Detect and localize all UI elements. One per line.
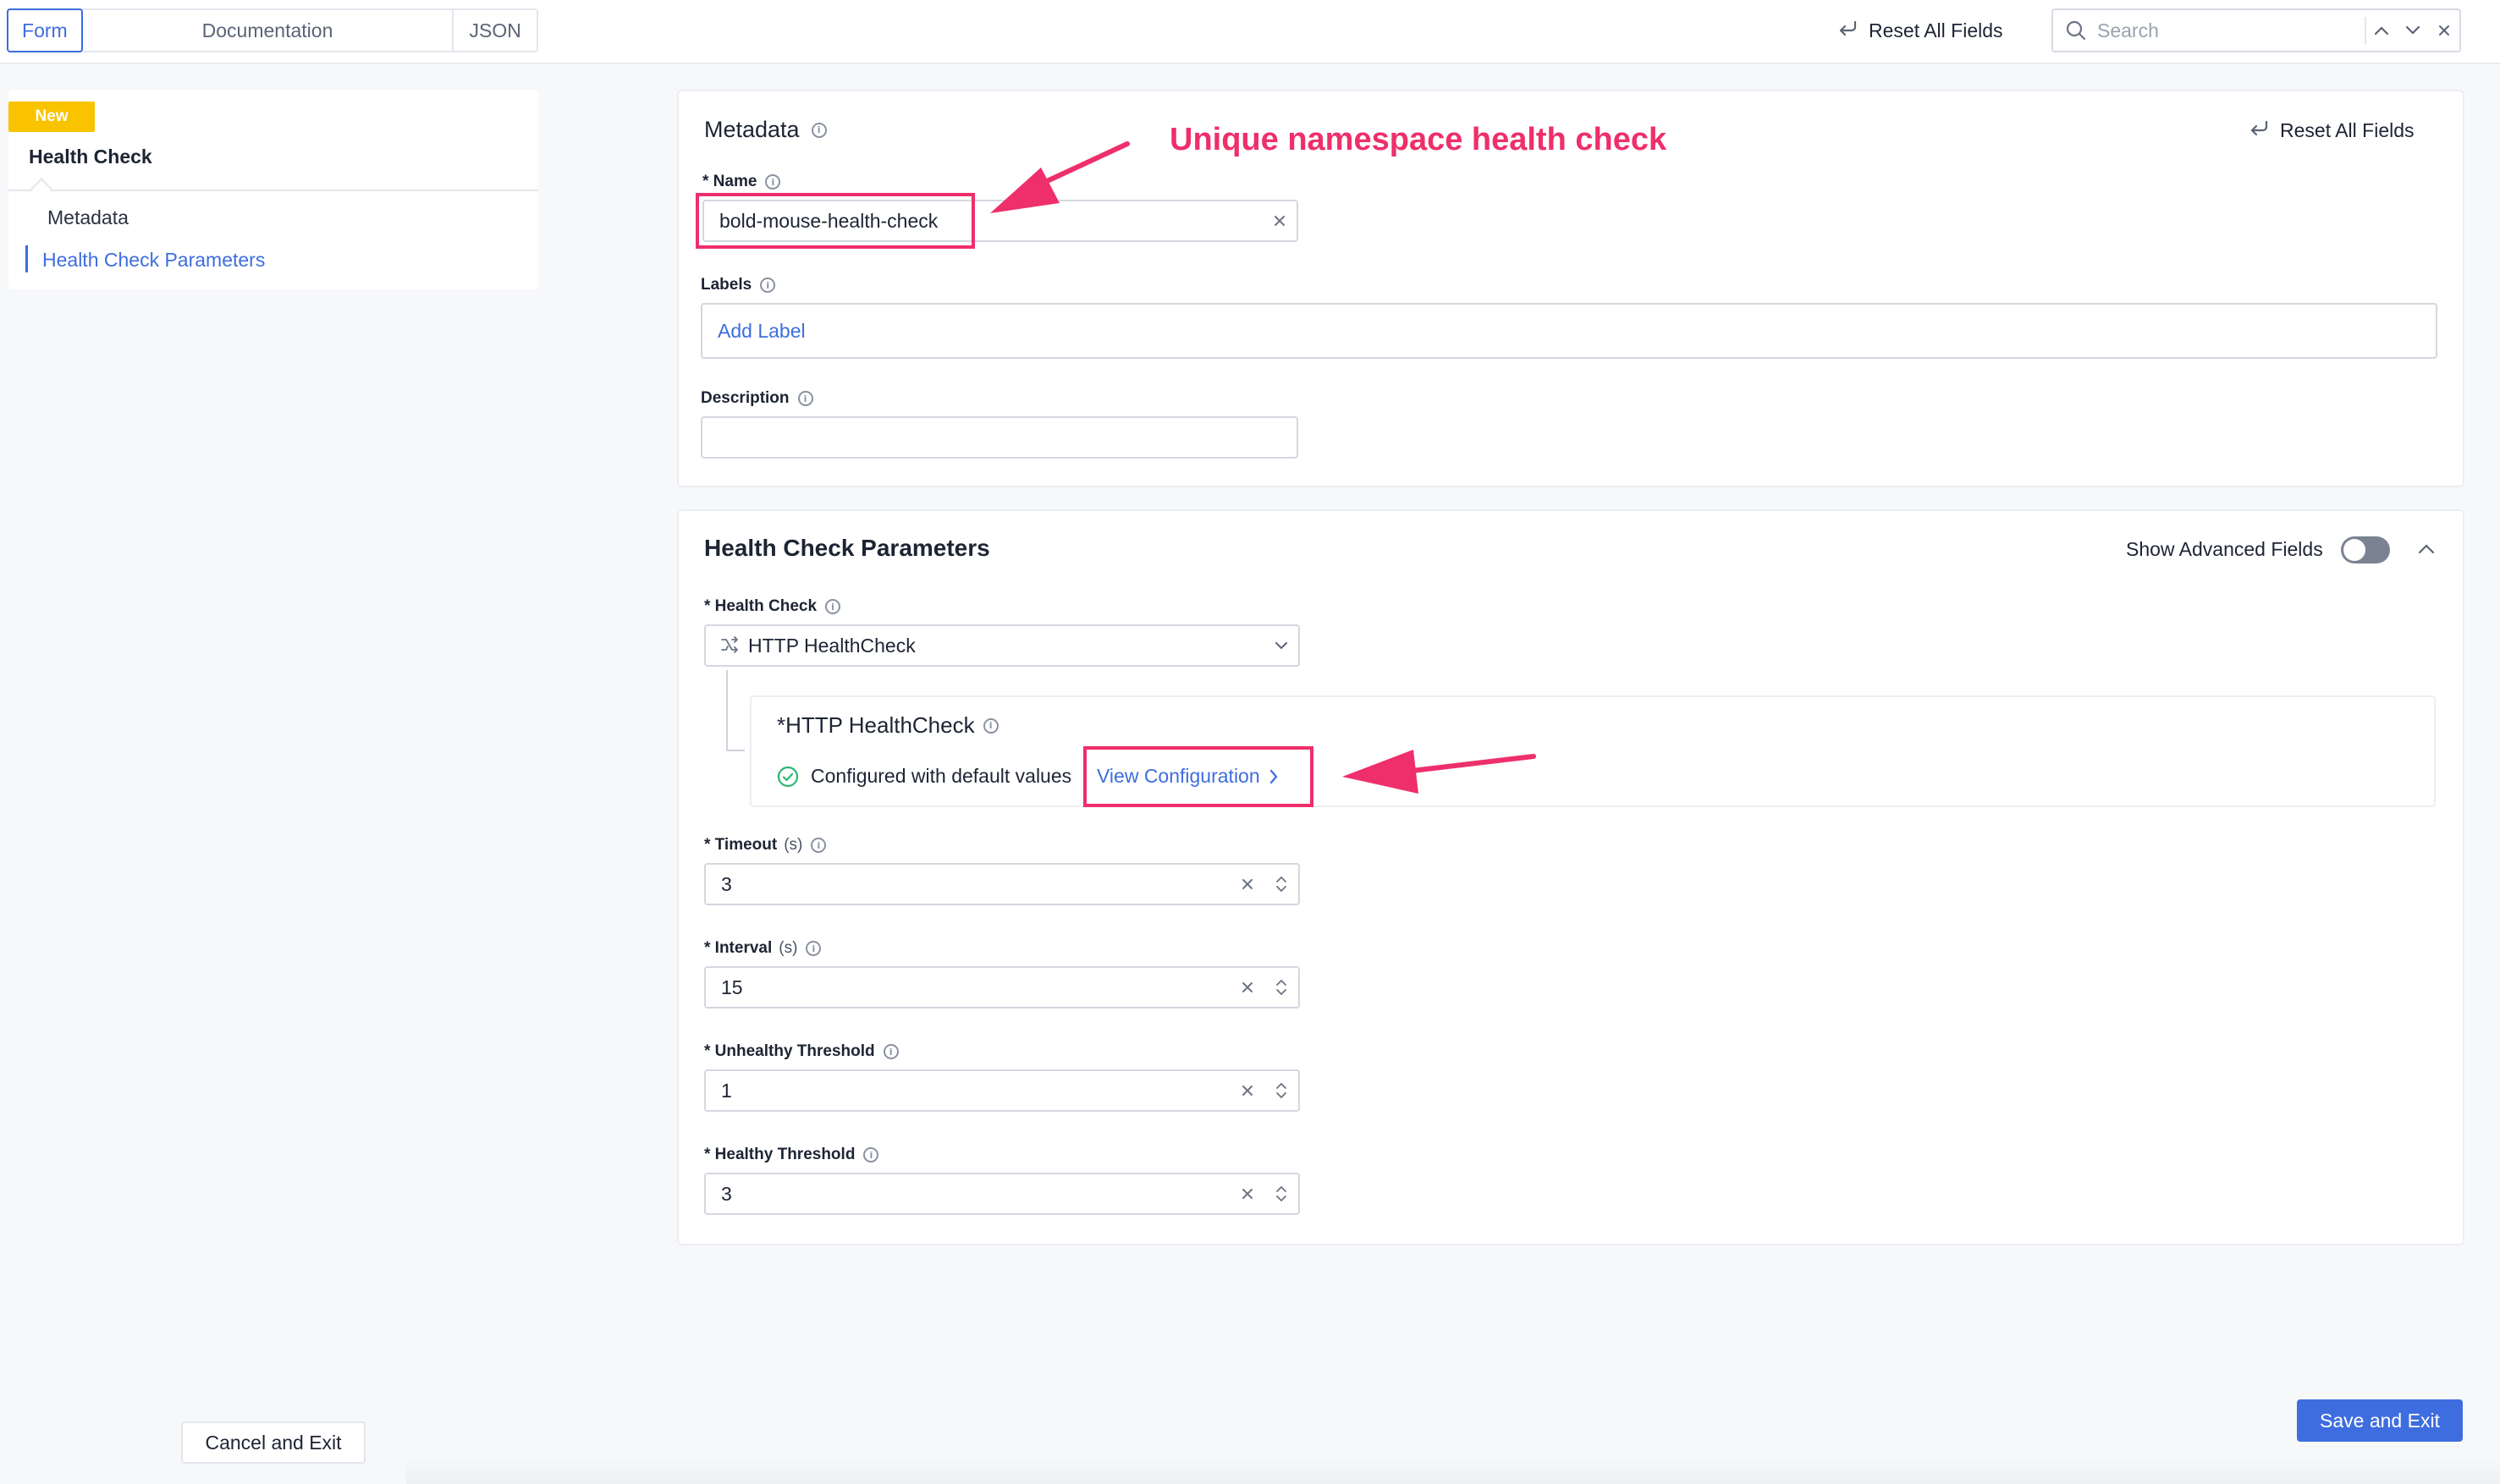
number-stepper[interactable] bbox=[1264, 1174, 1298, 1213]
healthy-threshold-field[interactable]: 3 bbox=[704, 1173, 1300, 1215]
nav-notch bbox=[30, 178, 52, 200]
tab-json[interactable]: JSON bbox=[454, 10, 537, 51]
close-icon[interactable] bbox=[2428, 12, 2459, 49]
search-input[interactable] bbox=[2097, 19, 2348, 42]
labels-label-row: Labels i bbox=[701, 276, 776, 294]
info-icon[interactable]: i bbox=[760, 278, 776, 293]
number-stepper[interactable] bbox=[1264, 968, 1298, 1007]
health-check-label-row: * Health Check i bbox=[704, 597, 841, 616]
interval-label: * Interval bbox=[704, 939, 773, 957]
clear-icon[interactable] bbox=[1231, 1188, 1264, 1200]
chevron-down-icon[interactable] bbox=[1264, 641, 1298, 650]
interval-unit: (s) bbox=[779, 939, 798, 957]
tab-form[interactable]: Form bbox=[7, 8, 83, 52]
http-healthcheck-title-row: *HTTP HealthCheck i bbox=[777, 712, 999, 739]
view-tabs: Form Documentation JSON bbox=[7, 8, 538, 52]
http-healthcheck-subsection bbox=[750, 695, 2436, 807]
check-circle-icon bbox=[777, 766, 799, 788]
info-icon[interactable]: i bbox=[863, 1147, 879, 1162]
number-stepper[interactable] bbox=[1264, 865, 1298, 904]
reset-all-fields-label: Reset All Fields bbox=[1869, 19, 2003, 41]
name-label-row: * Name i bbox=[702, 173, 781, 191]
search-icon bbox=[2065, 19, 2087, 41]
health-check-label: * Health Check bbox=[704, 597, 818, 615]
labels-label: Labels bbox=[701, 276, 752, 294]
timeout-value: 3 bbox=[721, 872, 732, 895]
metadata-title-row: Metadata i bbox=[704, 117, 827, 143]
clear-icon[interactable] bbox=[1231, 878, 1264, 890]
toggle-knob bbox=[2343, 539, 2365, 561]
annotation-text: Unique namespace health check bbox=[1170, 122, 1667, 157]
info-icon[interactable]: i bbox=[811, 122, 827, 138]
cancel-and-exit-button[interactable]: Cancel and Exit bbox=[181, 1421, 366, 1464]
chevron-up-icon[interactable] bbox=[2366, 12, 2398, 49]
configured-status-text: Configured with default values bbox=[811, 765, 1072, 787]
new-badge: New bbox=[8, 102, 95, 132]
nav-divider bbox=[8, 190, 538, 191]
reset-icon bbox=[1836, 19, 1858, 42]
configured-status-row: Configured with default values bbox=[777, 765, 1071, 788]
chevron-down-icon[interactable] bbox=[2397, 12, 2428, 49]
info-icon[interactable]: i bbox=[765, 174, 781, 190]
description-field[interactable] bbox=[701, 416, 1298, 459]
timeout-label-row: * Timeout (s) i bbox=[704, 836, 827, 855]
chevron-up-icon[interactable] bbox=[2417, 543, 2436, 555]
save-and-exit-button[interactable]: Save and Exit bbox=[2297, 1399, 2463, 1442]
unhealthy-threshold-value: 1 bbox=[721, 1079, 732, 1102]
unhealthy-threshold-label: * Unhealthy Threshold bbox=[704, 1042, 875, 1060]
nav-item-metadata[interactable]: Metadata bbox=[47, 206, 129, 229]
labels-field[interactable]: Add Label bbox=[701, 303, 2437, 359]
show-advanced-fields-label: Show Advanced Fields bbox=[2126, 538, 2323, 560]
health-check-select[interactable]: HTTP HealthCheck bbox=[704, 624, 1300, 667]
top-bar: Form Documentation JSON Reset All Fields bbox=[0, 0, 2500, 64]
reset-all-fields-label: Reset All Fields bbox=[2280, 118, 2415, 141]
interval-field[interactable]: 15 bbox=[704, 966, 1300, 1009]
name-label: * Name bbox=[702, 173, 757, 190]
info-icon[interactable]: i bbox=[983, 717, 999, 734]
interval-label-row: * Interval (s) i bbox=[704, 939, 822, 958]
reset-all-fields-button[interactable]: Reset All Fields bbox=[1836, 17, 2003, 44]
clear-icon[interactable] bbox=[1263, 215, 1297, 227]
timeout-unit: (s) bbox=[784, 836, 803, 854]
reset-icon bbox=[2248, 118, 2270, 142]
annotation-arrow-icon bbox=[990, 141, 1130, 213]
search-box bbox=[2051, 8, 2461, 52]
view-configuration-highlight-box bbox=[1083, 746, 1313, 807]
health-check-parameters-title: Health Check Parameters bbox=[704, 535, 990, 561]
info-icon[interactable]: i bbox=[797, 391, 813, 406]
show-advanced-fields-toggle[interactable] bbox=[2341, 536, 2390, 563]
unhealthy-threshold-label-row: * Unhealthy Threshold i bbox=[704, 1042, 899, 1061]
healthy-threshold-label: * Healthy Threshold bbox=[704, 1146, 856, 1163]
info-icon[interactable]: i bbox=[806, 941, 822, 956]
info-icon[interactable]: i bbox=[811, 838, 827, 853]
info-icon[interactable]: i bbox=[825, 599, 841, 614]
name-highlight-box bbox=[696, 193, 975, 249]
clear-icon[interactable] bbox=[1231, 1085, 1264, 1097]
number-stepper[interactable] bbox=[1264, 1071, 1298, 1110]
tree-connector bbox=[726, 670, 745, 751]
nav-active-indicator bbox=[25, 245, 28, 272]
add-label-link[interactable]: Add Label bbox=[718, 320, 806, 343]
metadata-title: Metadata bbox=[704, 117, 800, 142]
unhealthy-threshold-field[interactable]: 1 bbox=[704, 1069, 1300, 1112]
healthy-threshold-value: 3 bbox=[721, 1182, 732, 1205]
health-check-value: HTTP HealthCheck bbox=[748, 634, 916, 657]
route-icon bbox=[719, 635, 740, 656]
annotation-arrow-icon bbox=[1342, 750, 1536, 794]
description-label: Description bbox=[701, 389, 790, 407]
footer-bar bbox=[406, 1455, 2500, 1484]
nav-title: Health Check bbox=[29, 146, 152, 168]
tab-documentation[interactable]: Documentation bbox=[83, 10, 454, 51]
timeout-label: * Timeout bbox=[704, 836, 778, 854]
clear-icon[interactable] bbox=[1231, 981, 1264, 993]
http-healthcheck-title: *HTTP HealthCheck bbox=[777, 712, 975, 738]
description-label-row: Description i bbox=[701, 389, 813, 408]
metadata-reset-all-fields-button[interactable]: Reset All Fields bbox=[2248, 117, 2415, 144]
nav-item-health-check-parameters[interactable]: Health Check Parameters bbox=[42, 249, 265, 272]
healthy-threshold-label-row: * Healthy Threshold i bbox=[704, 1146, 879, 1164]
interval-value: 15 bbox=[721, 976, 743, 998]
info-icon[interactable]: i bbox=[883, 1044, 899, 1059]
timeout-field[interactable]: 3 bbox=[704, 863, 1300, 905]
